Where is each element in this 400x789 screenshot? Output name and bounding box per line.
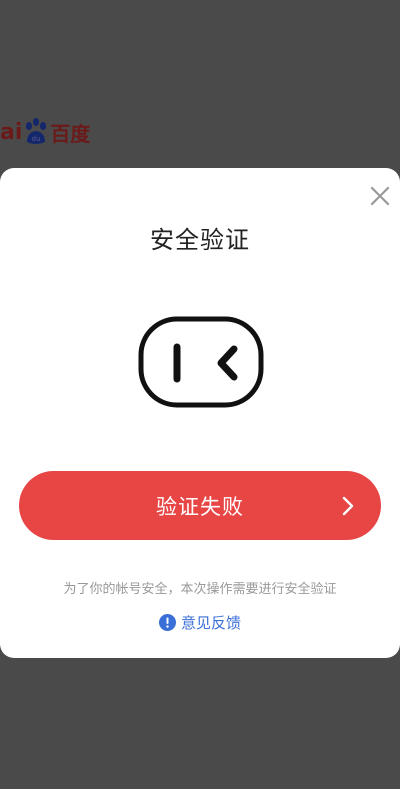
close-icon [370, 186, 390, 206]
paw-text: du [32, 135, 41, 143]
modal-title: 安全验证 [150, 226, 250, 254]
info-icon [158, 614, 176, 631]
security-verification-modal: 安全验证 验证失败 为了你的帐号安全，本次操作需要进行安全验证 意见反馈 [0, 168, 400, 658]
paw-icon: du [26, 118, 47, 144]
security-notice: 为了你的帐号安全，本次操作需要进行安全验证 [63, 582, 337, 597]
background-footer: .... [130, 780, 147, 789]
close-button[interactable] [366, 182, 394, 210]
screen: ai du 百度 .... 安全验证 验证失败 为了你的帐号安全，本次操作需要进… [0, 0, 400, 789]
feedback-link[interactable]: 意见反馈 [0, 612, 400, 633]
verify-failed-label: 验证失败 [156, 494, 244, 519]
chevron-right-icon [342, 496, 354, 516]
verify-failed-button[interactable]: 验证失败 [19, 471, 381, 540]
feedback-label: 意见反馈 [180, 614, 241, 632]
face-icon [138, 316, 264, 408]
baidu-logo: ai du 百度 [0, 112, 90, 152]
logo-prefix: ai [0, 119, 23, 145]
logo-cn: 百度 [50, 121, 91, 146]
